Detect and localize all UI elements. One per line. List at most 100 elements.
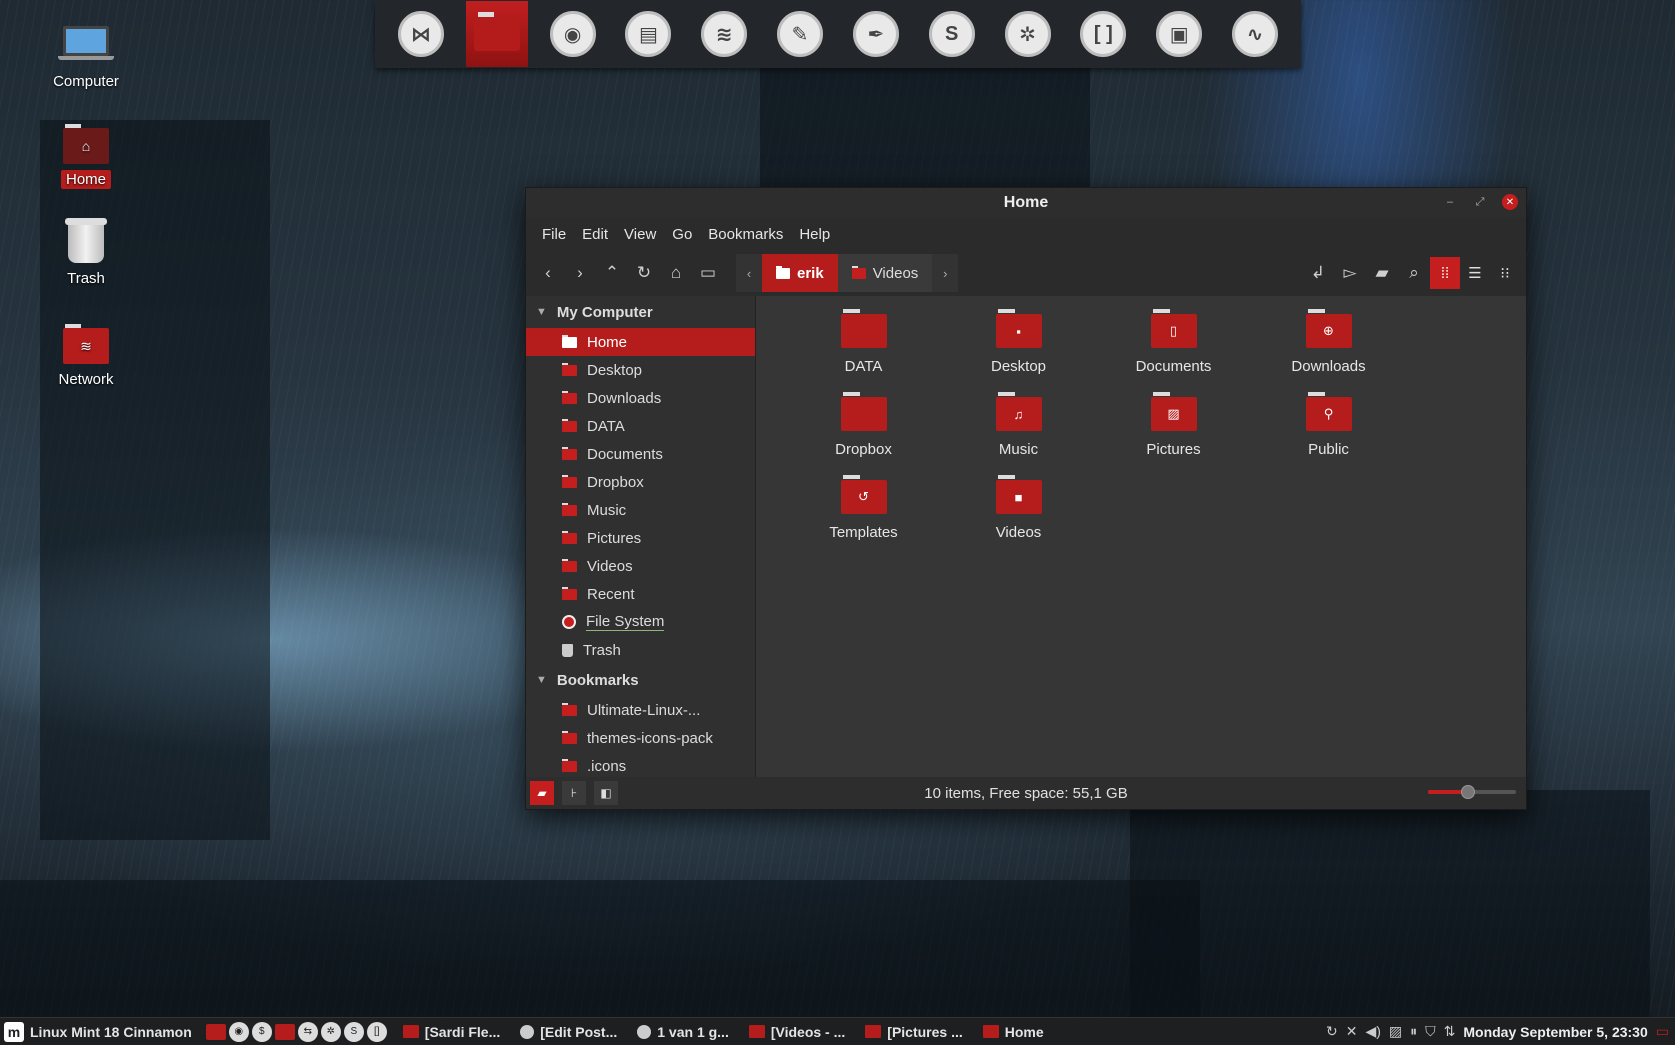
budget-launcher-icon[interactable]: $ bbox=[251, 1021, 272, 1042]
new-folder-icon[interactable]: ▰ bbox=[1366, 257, 1398, 289]
show-desktop-icon[interactable]: ▭ bbox=[1656, 1023, 1669, 1040]
image-icon[interactable]: ▨ bbox=[1389, 1023, 1402, 1040]
pause-icon[interactable]: ⏸ bbox=[1410, 1023, 1417, 1040]
back-icon[interactable]: ‹ bbox=[532, 257, 564, 289]
volume-icon[interactable]: ◀) bbox=[1365, 1023, 1380, 1040]
close-button[interactable]: ✕ bbox=[1502, 194, 1518, 210]
dock-item-settings[interactable]: ✲ bbox=[997, 1, 1059, 67]
dock-item-gimp[interactable]: ✎ bbox=[769, 1, 831, 67]
up-icon[interactable]: ⌃ bbox=[596, 257, 628, 289]
file-item-public[interactable]: ⚲ Public bbox=[1251, 391, 1406, 458]
sidebar-item-data[interactable]: DATA bbox=[526, 412, 755, 440]
file-item-data[interactable]: DATA bbox=[786, 308, 941, 375]
file-item-dropbox[interactable]: Dropbox bbox=[786, 391, 941, 458]
taskbar-window-button[interactable]: [Sardi Fle... bbox=[393, 1018, 510, 1045]
menu-file[interactable]: File bbox=[534, 226, 574, 243]
sidebar-item-file-system[interactable]: File System bbox=[526, 608, 755, 636]
taskbar-window-button[interactable]: [Edit Post... bbox=[510, 1018, 627, 1045]
firefox-launcher-icon[interactable]: ◉ bbox=[228, 1021, 249, 1042]
file-item-videos[interactable]: ■ Videos bbox=[941, 474, 1096, 541]
taskbar-window-button[interactable]: [Videos - ... bbox=[739, 1018, 855, 1045]
sidebar-item-videos[interactable]: Videos bbox=[526, 552, 755, 580]
file-item-documents[interactable]: ▯ Documents bbox=[1096, 308, 1251, 375]
file-view[interactable]: DATA ▪ Desktop ▯ Documents ⊕ Downloads Dropbox ♫… bbox=[756, 296, 1526, 777]
sidebar-item-music[interactable]: Music bbox=[526, 496, 755, 524]
settings-launcher-icon[interactable]: ✲ bbox=[320, 1021, 341, 1042]
crumb-erik[interactable]: erik bbox=[762, 254, 838, 292]
computer-icon[interactable]: ▭ bbox=[692, 257, 724, 289]
sidebar-item-recent[interactable]: Recent bbox=[526, 580, 755, 608]
file-item-pictures[interactable]: ▨ Pictures bbox=[1096, 391, 1251, 458]
minimize-button[interactable]: – bbox=[1442, 194, 1458, 210]
file-item-desktop[interactable]: ▪ Desktop bbox=[941, 308, 1096, 375]
sidebar-item-documents[interactable]: Documents bbox=[526, 440, 755, 468]
menu-view[interactable]: View bbox=[616, 226, 664, 243]
dock-item-skype[interactable]: S bbox=[921, 1, 983, 67]
compact-view-button[interactable]: ⁝⁝ bbox=[1490, 257, 1520, 289]
clock[interactable]: Monday September 5, 23:30 bbox=[1463, 1024, 1647, 1040]
desktop-icon-trash[interactable]: Trash bbox=[31, 218, 141, 288]
sidebar-item-home[interactable]: Home bbox=[526, 328, 755, 356]
file-item-music[interactable]: ♫ Music bbox=[941, 391, 1096, 458]
toggle-location-icon[interactable]: ↲ bbox=[1302, 257, 1334, 289]
desktop-icon-computer[interactable]: Computer bbox=[31, 26, 141, 91]
sidebar-bookmark[interactable]: themes-icons-pack bbox=[526, 724, 755, 752]
dock-item-firefox[interactable]: ◉ bbox=[542, 1, 604, 67]
tools-icon[interactable]: ✕ bbox=[1346, 1023, 1358, 1040]
dock-item-document-viewer[interactable]: ▤ bbox=[617, 1, 679, 67]
network-icon[interactable]: ⇅ bbox=[1444, 1023, 1456, 1040]
dock-item-files[interactable] bbox=[465, 1, 528, 67]
file-item-templates[interactable]: ↺ Templates bbox=[786, 474, 941, 541]
shield-icon[interactable]: ⛉ bbox=[1425, 1023, 1436, 1040]
dock-item-image-editor[interactable]: ▣ bbox=[1148, 1, 1210, 67]
sidebar-bookmark[interactable]: .icons bbox=[526, 752, 755, 777]
path-scroll-right-icon[interactable]: › bbox=[932, 254, 959, 292]
menu-help[interactable]: Help bbox=[791, 226, 838, 243]
path-scroll-left-icon[interactable]: ‹ bbox=[736, 254, 762, 292]
dock-item-spotify[interactable]: ≋ bbox=[693, 1, 755, 67]
menu-go[interactable]: Go bbox=[664, 226, 700, 243]
dock-item-system-monitor[interactable]: ∿ bbox=[1224, 1, 1286, 67]
desktop-icon-home[interactable]: ⌂ Home bbox=[31, 124, 141, 189]
menu-edit[interactable]: Edit bbox=[574, 226, 616, 243]
taskbar-window-button[interactable]: [Pictures ... bbox=[855, 1018, 972, 1045]
reload-icon[interactable]: ↻ bbox=[628, 257, 660, 289]
maximize-button[interactable]: ⤢ bbox=[1472, 194, 1488, 210]
home-icon[interactable]: ⌂ bbox=[660, 257, 692, 289]
sidebar-item-pictures[interactable]: Pictures bbox=[526, 524, 755, 552]
tree-sidebar-button[interactable]: ⊦ bbox=[562, 781, 586, 805]
icon-view-button[interactable]: ⁞⁞ bbox=[1430, 257, 1460, 289]
connection-launcher-icon[interactable]: ⇆ bbox=[297, 1021, 318, 1042]
sidebar-item-downloads[interactable]: Downloads bbox=[526, 384, 755, 412]
menu-bookmarks[interactable]: Bookmarks bbox=[700, 226, 791, 243]
sidebar-item-dropbox[interactable]: Dropbox bbox=[526, 468, 755, 496]
zoom-slider-knob[interactable] bbox=[1460, 785, 1475, 799]
sidebar-item-desktop[interactable]: Desktop bbox=[526, 356, 755, 384]
desktop-icon-network[interactable]: ≋ Network bbox=[31, 324, 141, 389]
dock-item-inkscape[interactable]: ✒ bbox=[845, 1, 907, 67]
places-sidebar-button[interactable]: ▰ bbox=[530, 781, 554, 805]
update-icon[interactable]: ↻ bbox=[1326, 1023, 1338, 1040]
terminal-icon[interactable]: ▻ bbox=[1334, 257, 1366, 289]
sidebar-bookmark[interactable]: Ultimate-Linux-... bbox=[526, 696, 755, 724]
forward-icon[interactable]: › bbox=[564, 257, 596, 289]
taskbar-window-button[interactable]: Home bbox=[973, 1018, 1054, 1045]
brackets-launcher-icon[interactable]: [] bbox=[366, 1021, 387, 1042]
dock-item-bow-tie[interactable]: ⋈ bbox=[390, 1, 452, 67]
sidebar-section-bookmarks[interactable]: ▼ Bookmarks bbox=[526, 664, 755, 696]
menu-button[interactable]: m Linux Mint 18 Cinnamon bbox=[0, 1021, 200, 1042]
dock-item-brackets[interactable]: [ ] bbox=[1072, 1, 1134, 67]
sidebar-item-trash[interactable]: Trash bbox=[526, 636, 755, 664]
hide-sidebar-button[interactable]: ◧ bbox=[594, 781, 618, 805]
file-item-downloads[interactable]: ⊕ Downloads bbox=[1251, 308, 1406, 375]
skype-launcher-icon[interactable]: S bbox=[343, 1021, 364, 1042]
titlebar[interactable]: Home – ⤢ ✕ bbox=[526, 188, 1526, 218]
search-icon[interactable]: ⌕ bbox=[1398, 257, 1430, 289]
zoom-slider[interactable] bbox=[1428, 785, 1516, 799]
files-launcher-icon[interactable] bbox=[205, 1023, 226, 1040]
taskbar-window-button[interactable]: 1 van 1 g... bbox=[627, 1018, 739, 1045]
folder-launcher-icon[interactable] bbox=[274, 1023, 295, 1040]
sidebar-section-my-computer[interactable]: ▼ My Computer bbox=[526, 296, 755, 328]
list-view-button[interactable]: ☰ bbox=[1460, 257, 1490, 289]
crumb-videos[interactable]: Videos bbox=[838, 254, 933, 292]
